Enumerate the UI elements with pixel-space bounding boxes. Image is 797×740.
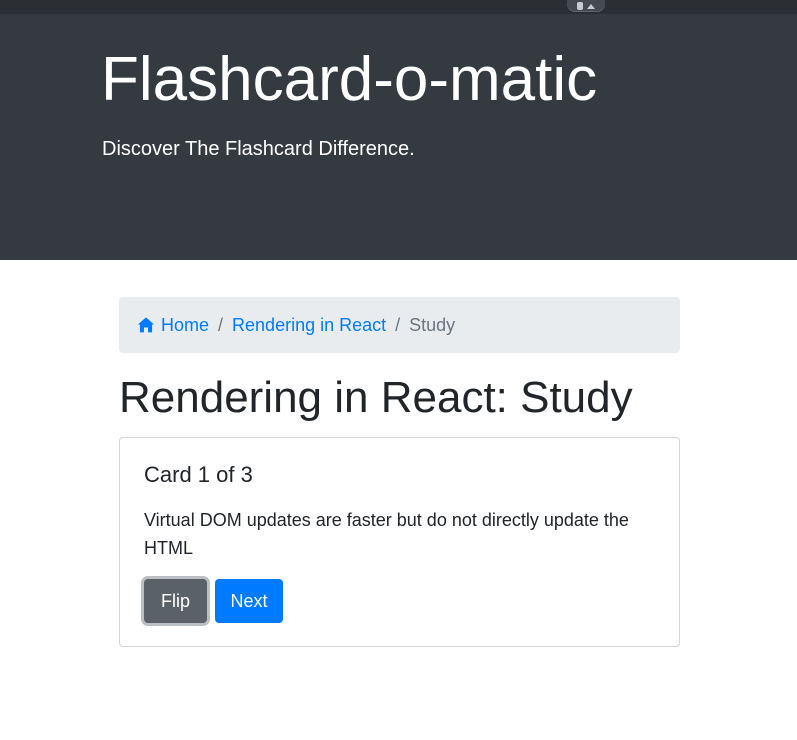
breadcrumb-separator: / bbox=[395, 314, 401, 335]
breadcrumb-deck-link[interactable]: Rendering in React bbox=[232, 315, 386, 336]
flip-button[interactable]: Flip bbox=[144, 579, 207, 623]
breadcrumb: Home / Rendering in React / Study bbox=[119, 297, 680, 353]
breadcrumb-current: Study bbox=[409, 314, 456, 335]
mouse-icon bbox=[577, 2, 583, 10]
breadcrumb-home-label: Home bbox=[161, 314, 210, 335]
breadcrumb-separator: / bbox=[218, 314, 224, 335]
window-handle[interactable] bbox=[567, 0, 605, 12]
card-counter: Card 1 of 3 bbox=[144, 462, 253, 487]
flashcard: Card 1 of 3 Virtual DOM updates are fast… bbox=[119, 437, 680, 647]
caret-up-icon bbox=[587, 3, 595, 9]
app-header: Flashcard-o-matic Discover The Flashcard… bbox=[0, 14, 797, 260]
breadcrumb-home-link[interactable]: Home bbox=[137, 315, 209, 336]
next-button[interactable]: Next bbox=[215, 579, 283, 623]
card-text: Virtual DOM updates are faster but do no… bbox=[144, 510, 629, 558]
page-title: Rendering in React: Study bbox=[119, 373, 633, 422]
browser-top-bar bbox=[0, 0, 797, 14]
app-tagline: Discover The Flashcard Difference. bbox=[102, 138, 415, 160]
home-icon bbox=[137, 317, 155, 333]
app-title: Flashcard-o-matic bbox=[101, 45, 598, 114]
